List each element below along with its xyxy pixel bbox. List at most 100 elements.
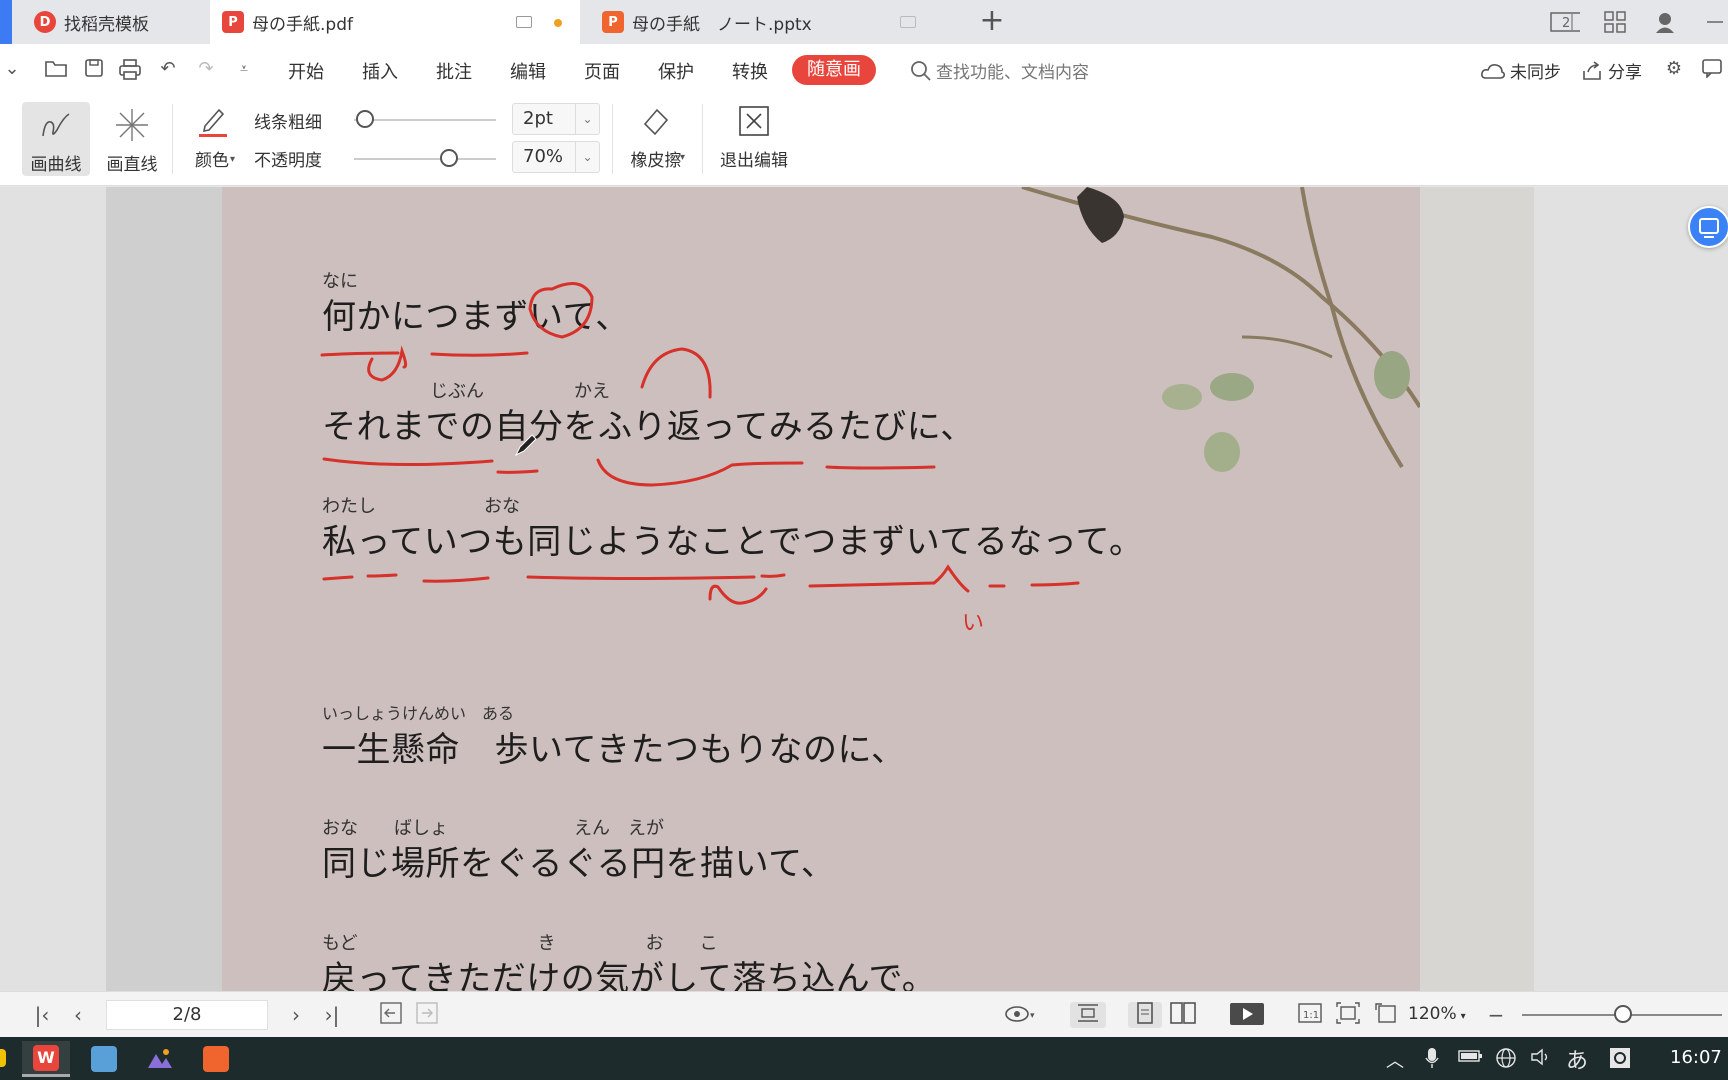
tab-pptx-document[interactable]: P 母の手紙 ノート.pptx [590,0,962,44]
opacity-select[interactable]: 70% ⌄ [512,141,600,173]
grid-apps-icon[interactable] [1600,8,1630,36]
zoom-out-icon[interactable]: − [1486,1002,1506,1028]
tray-chevron-up-icon[interactable]: ︿ [1386,1047,1404,1073]
floating-assistant-button[interactable] [1688,206,1728,248]
ime-indicator[interactable]: あ [1566,1043,1588,1075]
menu-annotate[interactable]: 批注 [436,58,472,84]
ink-stroke [496,469,539,474]
back-icon[interactable] [378,1002,404,1028]
undo-icon[interactable]: ↶ [156,58,180,80]
opacity-slider-knob[interactable] [440,149,458,167]
rotate-icon[interactable] [1372,1002,1400,1028]
single-page-icon[interactable] [1128,1002,1162,1028]
ink-stroke [430,351,529,357]
menu-protect[interactable]: 保护 [658,58,694,84]
color-label: 颜色 [195,151,229,171]
settings-gear-icon[interactable]: ⚙ [1662,58,1686,80]
sync-status-button[interactable]: 未同步 [1480,58,1561,83]
close-box-icon [737,104,771,138]
line-width-select[interactable]: 2pt ⌄ [512,103,600,135]
taskbar-app-2[interactable] [80,1041,128,1077]
ink-stroke [640,347,712,399]
share-button[interactable]: 分享 [1582,58,1642,83]
pptx-icon [203,1046,229,1072]
window-layout-icon[interactable]: 2 [1550,8,1580,36]
document-viewport[interactable]: なに 何かにつまずいて、 じぶん かえ それまでの自分をふり返ってみるたびに、 … [0,187,1728,991]
color-dropdown-caret[interactable]: ▾ [230,154,235,165]
ink-annotations: い [320,282,1080,636]
start-edge-icon[interactable] [0,1049,6,1067]
search-input[interactable]: 查找功能、文档内容 [910,58,1089,83]
search-placeholder: 查找功能、文档内容 [936,63,1089,83]
fit-page-icon[interactable] [1334,1002,1362,1028]
opacity-slider-track[interactable] [354,158,496,160]
customize-toolbar-icon[interactable]: ⩡ [232,58,256,80]
taskbar-wps-office[interactable]: W [22,1041,70,1077]
redo-icon[interactable]: ↷ [194,58,218,80]
svg-text:1:1: 1:1 [1303,1010,1319,1021]
pdf-page[interactable]: なに 何かにつまずいて、 じぶん かえ それまでの自分をふり返ってみるたびに、 … [222,187,1420,991]
eye-protection-icon[interactable]: ▾ [1002,1002,1038,1028]
menu-page[interactable]: 页面 [584,58,620,84]
tab-pdf-document[interactable]: P 母の手紙.pdf [210,0,580,44]
taskbar-wps-presentation[interactable] [192,1041,240,1077]
draw-ribbon: 画曲线 画直线 颜色 ▾ 线条粗细 2pt ⌄ 不透明度 70% ⌄ 橡皮擦 ▾ [0,92,1728,186]
ink-note: い [962,611,984,636]
menu-insert[interactable]: 插入 [362,58,398,84]
line-width-label: 线条粗细 [254,113,322,133]
fit-width-icon[interactable] [1070,1002,1106,1028]
open-folder-icon[interactable] [44,58,68,80]
battery-icon[interactable] [1458,1047,1484,1070]
menu-freehand-draw[interactable]: 随意画 [792,55,876,85]
taskbar-app-3[interactable] [136,1041,184,1077]
save-icon[interactable] [82,58,106,80]
play-slideshow-icon[interactable] [1228,1002,1266,1028]
caret-down-icon: ▾ [1460,1011,1466,1022]
menu-convert[interactable]: 转换 [732,58,768,84]
chevron-down-icon[interactable]: ⌄ [0,58,24,80]
two-page-icon[interactable] [1166,1002,1200,1028]
new-tab-button[interactable]: + [976,6,1008,38]
line-width-slider-track[interactable] [354,119,496,121]
eraser-icon [639,104,673,138]
last-page-icon[interactable]: ›| [320,1002,344,1028]
prev-page-icon[interactable]: ‹ [66,1002,90,1028]
next-page-icon[interactable]: › [284,1002,308,1028]
line-width-slider-knob[interactable] [356,110,374,128]
page-margin-right [1420,187,1534,991]
avatar[interactable] [1650,8,1680,36]
menu-edit[interactable]: 编辑 [510,58,546,84]
screen-icon[interactable] [900,16,916,28]
ink-stroke [320,351,400,357]
tab-label: 找稻壳模板 [64,14,149,35]
menu-start[interactable]: 开始 [288,58,324,84]
docer-icon: D [34,11,56,33]
screen-icon[interactable] [516,16,532,28]
forward-icon[interactable] [414,1002,440,1028]
microphone-icon[interactable] [1424,1047,1440,1074]
volume-icon[interactable] [1530,1047,1554,1072]
opacity-value: 70% [523,146,564,167]
actual-size-icon[interactable]: 1:1 [1296,1002,1324,1028]
eraser-dropdown-caret[interactable]: ▾ [680,152,685,163]
page-number-input[interactable]: 2/8 [106,1000,268,1030]
network-globe-icon[interactable] [1494,1047,1518,1074]
exit-edit-button[interactable]: 退出编辑 [714,104,794,171]
os-taskbar: W ︿ あ 16:07 [0,1037,1728,1080]
comment-icon[interactable] [1700,58,1724,80]
ink-stroke [825,465,936,470]
tab-docer-templates[interactable]: D 找稻壳模板 [22,0,204,44]
print-icon[interactable] [118,58,142,80]
draw-curve-button[interactable]: 画曲线 [22,102,90,176]
ink-stroke [808,581,936,588]
pptx-icon: P [602,11,624,33]
first-page-icon[interactable]: |‹ [30,1002,54,1028]
zoom-level-dropdown[interactable]: 120% ▾ [1408,1004,1466,1024]
notification-icon[interactable] [1608,1047,1632,1074]
draw-line-button[interactable]: 画直线 [100,108,164,175]
zoom-slider-knob[interactable] [1614,1005,1632,1023]
zoom-level: 120% [1408,1004,1457,1024]
taskbar-clock[interactable]: 16:07 [1670,1047,1722,1068]
minimize-icon[interactable] [1700,8,1728,36]
ink-stroke [528,282,594,339]
